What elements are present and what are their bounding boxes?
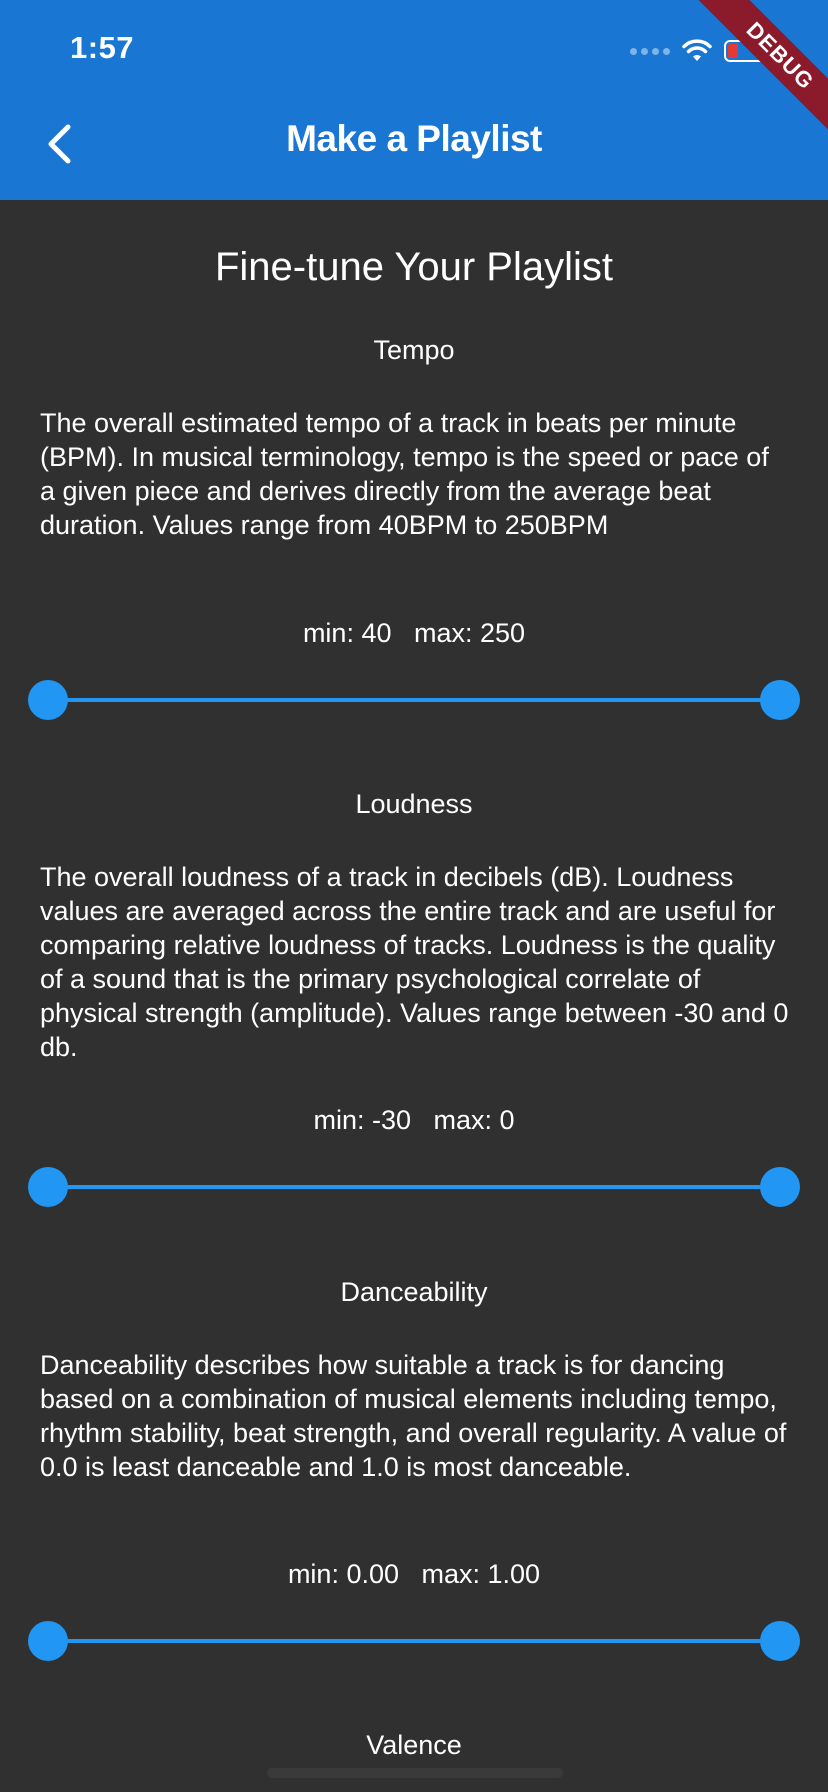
slider-track (48, 1639, 780, 1643)
app-bar: 1:57 DEBUG Make a Playlist (0, 0, 828, 200)
wifi-icon (682, 39, 712, 61)
loudness-range-label: min: -30 max: 0 (313, 1105, 515, 1135)
tempo-description: The overall estimated tempo of a track i… (40, 408, 769, 540)
loudness-max-thumb[interactable] (760, 1167, 800, 1207)
tempo-range-label: min: 40 max: 250 (302, 618, 526, 648)
danceability-title: Danceability (340, 1277, 488, 1307)
tempo-min-thumb[interactable] (28, 680, 68, 720)
loudness-range-slider[interactable] (28, 1165, 800, 1209)
valence-title: Valence (366, 1730, 462, 1760)
page-title: Fine-tune Your Playlist (214, 245, 613, 289)
status-time: 1:57 (70, 30, 135, 65)
cellular-signal-icon (630, 47, 670, 55)
danceability-min-thumb[interactable] (28, 1621, 68, 1661)
loudness-title: Loudness (355, 789, 473, 819)
loudness-min-thumb[interactable] (28, 1167, 68, 1207)
danceability-max-thumb[interactable] (760, 1621, 800, 1661)
slider-track (48, 1185, 780, 1189)
danceability-range-label: min: 0.00 max: 1.00 (287, 1559, 541, 1589)
tempo-range-slider[interactable] (28, 678, 800, 722)
slider-track (48, 698, 780, 702)
danceability-range-slider[interactable] (28, 1619, 800, 1663)
danceability-description: Danceability describes how suitable a tr… (40, 1350, 787, 1482)
tempo-title: Tempo (373, 335, 455, 365)
tempo-max-thumb[interactable] (760, 680, 800, 720)
app-bar-title: Make a Playlist (286, 118, 542, 159)
home-indicator[interactable] (267, 1768, 563, 1778)
loudness-description: The overall loudness of a track in decib… (40, 862, 789, 1062)
